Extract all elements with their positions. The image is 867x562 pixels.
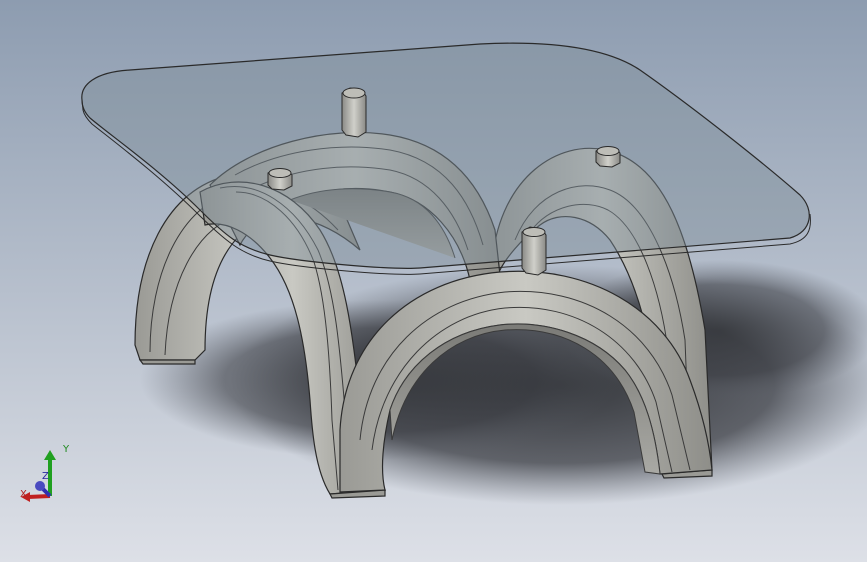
post-back-left[interactable] [267,168,293,191]
z-axis-label: Z [42,471,49,482]
triad-axes [21,450,56,502]
post-front[interactable] [521,226,547,276]
reference-triad: X Y Z [14,442,84,512]
x-axis-label: X [20,489,27,500]
y-axis-label: Y [63,444,70,455]
post-back-center[interactable] [341,87,367,138]
z-axis-tip [35,481,45,491]
post-back-right[interactable] [595,146,621,168]
model-scene[interactable] [0,0,867,562]
y-axis-arrow [44,450,56,460]
graphics-viewport[interactable]: X Y Z [0,0,867,562]
x-axis-line [27,494,51,499]
